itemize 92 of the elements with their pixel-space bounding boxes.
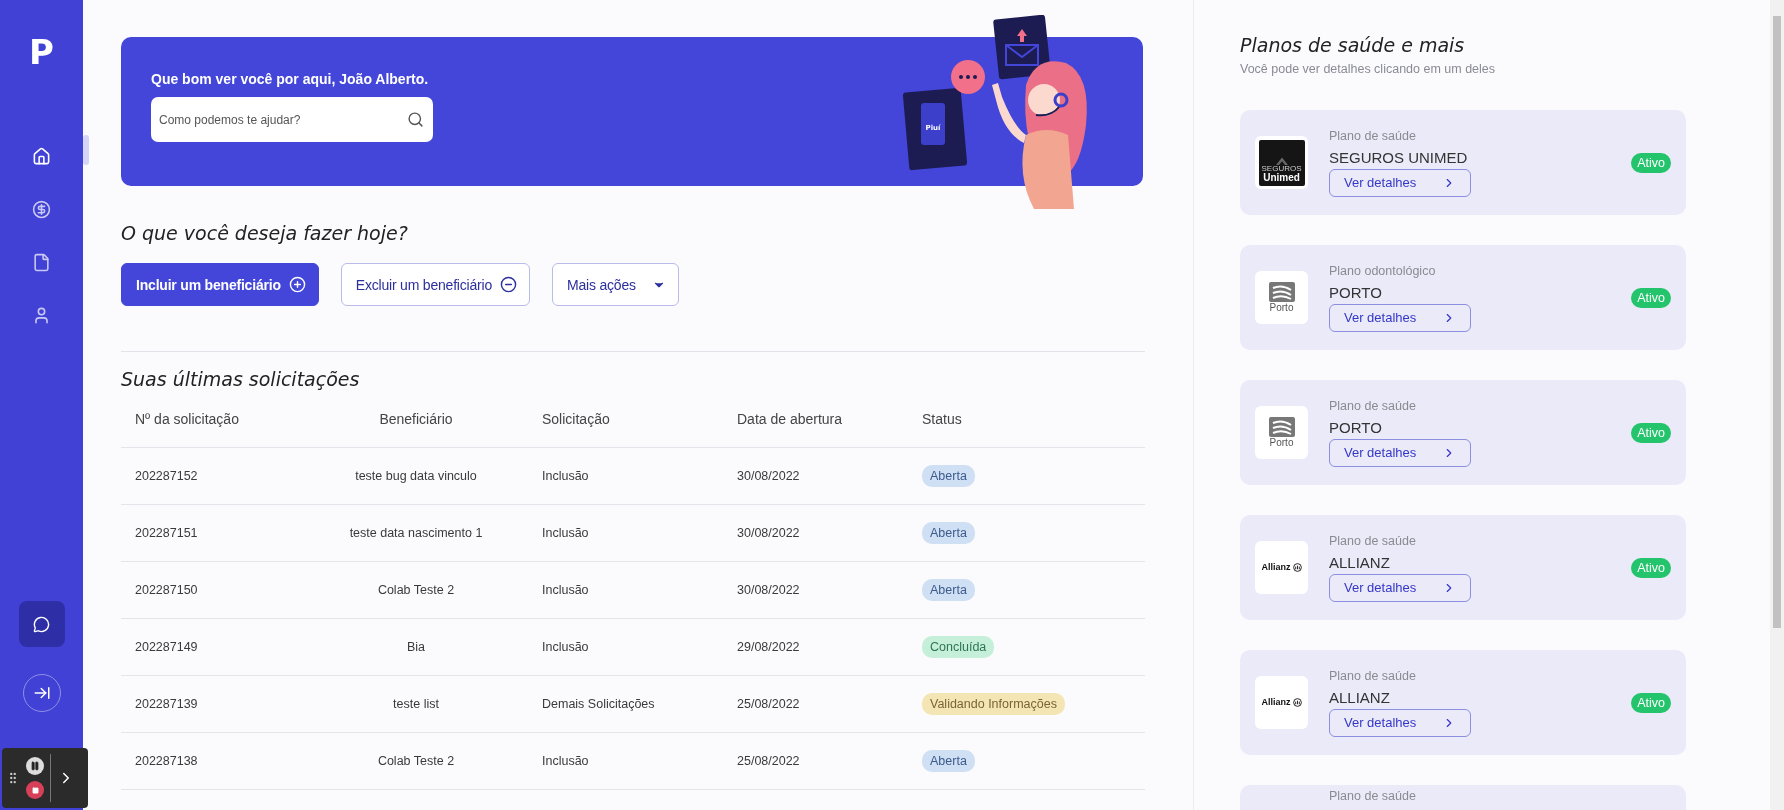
plan-card[interactable]: Allianz Plano de saúde ALLIANZ Ver detalhes Ativo: [1240, 650, 1686, 755]
status-badge: Ativo: [1631, 692, 1671, 713]
porto-logo: Porto: [1268, 282, 1295, 313]
status-badge: Aberta: [922, 522, 975, 544]
app-logo: P: [29, 32, 54, 72]
greeting: Que bom ver você por aqui, João Alberto.: [151, 71, 430, 87]
table-cell-text: Inclusão: [541, 754, 590, 768]
table-cell-text: 25/08/2022: [737, 754, 801, 768]
details-button[interactable]: Ver detalhes: [1329, 573, 1471, 602]
porto-logo: Porto: [1268, 417, 1295, 448]
minus-icon: [500, 276, 517, 293]
status-badge: Validando Informações: [922, 693, 1065, 715]
column-header: Status: [922, 410, 963, 427]
plus-icon: [288, 276, 306, 293]
status-badge: Ativo: [1631, 422, 1671, 443]
section-title: O que você deseja fazer hoje?: [121, 222, 409, 244]
dollar-icon: [32, 199, 51, 219]
table-cell-text: 202287150: [135, 583, 199, 597]
table-cell-text: Colab Teste 2: [376, 583, 456, 597]
plan-name: ALLIANZ: [1329, 688, 1391, 706]
column-header: Beneficiário: [378, 410, 454, 427]
status-badge: Concluída: [922, 636, 995, 658]
collapse-icon: [32, 684, 51, 702]
table-cell-text: Bia: [405, 640, 427, 654]
table-cell-text: Demais Solicitações: [541, 697, 656, 711]
allianz-logo: Allianz: [1261, 698, 1302, 707]
plan-type: Plano odontológico: [1329, 263, 1437, 278]
scrollbar[interactable]: [1770, 0, 1784, 810]
table-cell-text: 30/08/2022: [737, 469, 801, 483]
plan-card[interactable]: Porto Plano odontológico PORTO Ver detalhes Ativo: [1240, 245, 1686, 350]
status-badge: Aberta: [922, 465, 975, 487]
table-cell-text: 202287149: [135, 640, 199, 654]
details-button[interactable]: Ver detalhes: [1329, 438, 1471, 467]
status-badge: Ativo: [1631, 287, 1671, 308]
status-badge: Ativo: [1631, 557, 1671, 578]
status-badge: Ativo: [1631, 152, 1671, 173]
table-cell-text: teste data nascimento 1: [348, 526, 484, 540]
allianz-logo: Allianz: [1261, 563, 1302, 572]
column-header: Solicitação: [541, 410, 611, 427]
plan-type: Plano de saúde: [1329, 668, 1417, 683]
table-cell-text: Inclusão: [541, 526, 590, 540]
plan-name: PORTO: [1329, 418, 1383, 436]
details-button[interactable]: Ver detalhes: [1329, 708, 1471, 737]
table-cell-text: Inclusão: [541, 640, 590, 654]
column-header: Nº da solicitação: [135, 410, 240, 427]
plan-card[interactable]: SEGUROS Unimed Plano de saúde SEGUROS UNIMED Ver detalhes Ativo: [1240, 110, 1686, 215]
table-cell-text: Colab Teste 2: [376, 754, 456, 768]
plan-type: Plano de saúde: [1329, 128, 1417, 143]
active-indicator: [82, 135, 89, 165]
plan-type: Plano de saúde: [1329, 398, 1417, 413]
status-badge: Aberta: [922, 750, 975, 772]
chat-button[interactable]: [18, 601, 65, 647]
details-button[interactable]: Ver detalhes: [1329, 303, 1471, 332]
table-cell-text: 29/08/2022: [737, 640, 801, 654]
table-cell-text: 202287138: [135, 754, 199, 768]
plan-card[interactable]: Allianz Plano de saúde ALLIANZ Ver detalhes Ativo: [1240, 515, 1686, 620]
section-title: Suas últimas solicitações: [121, 368, 361, 390]
table-cell-text: teste bug data vinculo: [354, 469, 478, 483]
stop-button[interactable]: [26, 781, 44, 799]
panel-subtitle: Você pode ver detalhes clicando em um deles: [1240, 62, 1497, 76]
table-cell-text: Inclusão: [541, 469, 590, 483]
table-cell-text: 202287152: [135, 469, 199, 483]
search-field[interactable]: Como podemos te ajudar?: [151, 97, 433, 142]
column-header: Data de abertura: [737, 410, 844, 427]
more-actions-dropdown[interactable]: Mais ações: [552, 263, 679, 306]
plan-name: SEGUROS UNIMED: [1329, 148, 1469, 166]
user-icon: [32, 305, 51, 325]
table-cell-text: Inclusão: [541, 583, 590, 597]
table-cell-text: 30/08/2022: [737, 526, 801, 540]
plan-name: PORTO: [1329, 283, 1383, 301]
unimed-logo: SEGUROS Unimed: [1258, 139, 1305, 186]
details-button[interactable]: Ver detalhes: [1329, 168, 1471, 197]
action-button[interactable]: Excluir um beneficiário: [340, 263, 530, 306]
plan-type: Plano de saúde: [1329, 533, 1417, 548]
plan-card[interactable]: Porto Plano de saúde PORTO Ver detalhes Ativo: [1240, 380, 1686, 485]
status-badge: Aberta: [922, 579, 975, 601]
plan-name: ALLIANZ: [1329, 553, 1391, 571]
chat-icon: [33, 615, 50, 633]
pause-icon: [30, 761, 40, 771]
search-icon: [407, 111, 424, 128]
table-cell-text: 25/08/2022: [737, 697, 801, 711]
panel-title: Planos de saúde e mais: [1240, 34, 1466, 56]
plan-type: Plano de saúde: [1329, 789, 1417, 803]
pause-button[interactable]: [26, 757, 44, 775]
action-button[interactable]: Incluir um beneficiário: [121, 263, 319, 306]
table-cell-text: 30/08/2022: [737, 583, 801, 597]
document-icon: [32, 252, 51, 272]
stop-icon: [31, 786, 39, 794]
table-cell-text: teste list: [392, 697, 440, 711]
home-icon: [32, 146, 51, 166]
table-cell-text: 202287139: [135, 697, 199, 711]
table-cell-text: 202287151: [135, 526, 199, 540]
